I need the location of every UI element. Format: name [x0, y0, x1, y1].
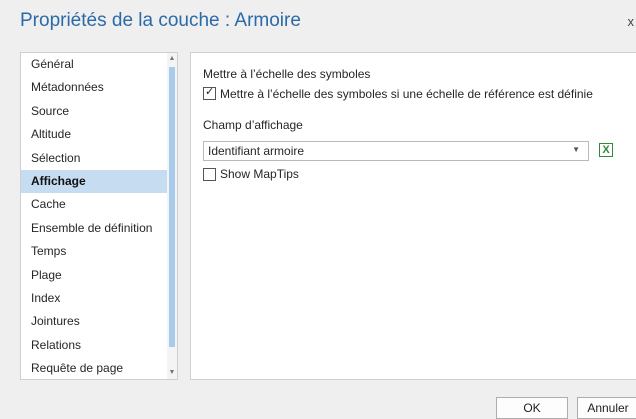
sidebar-item-definition-query[interactable]: Ensemble de définition — [21, 217, 169, 240]
display-field-label: Champ d’affichage — [203, 118, 303, 132]
scale-symbols-section-label: Mettre à l’échelle des symboles — [203, 67, 371, 81]
sidebar-scrollbar[interactable]: ▲ ▼ — [167, 53, 177, 379]
cancel-button[interactable]: Annuler — [577, 397, 636, 419]
sidebar: Général Métadonnées Source Altitude Séle… — [20, 52, 178, 380]
scroll-up-arrow-icon[interactable]: ▲ — [167, 53, 177, 65]
sidebar-item-source[interactable]: Source — [21, 100, 169, 123]
expression-builder-icon[interactable]: X — [599, 143, 613, 157]
chevron-down-icon: ▼ — [572, 145, 580, 154]
sidebar-item-cache[interactable]: Cache — [21, 193, 169, 216]
sidebar-item-time[interactable]: Temps — [21, 240, 169, 263]
sidebar-item-elevation[interactable]: Altitude — [21, 123, 169, 146]
sidebar-item-joins[interactable]: Jointures — [21, 310, 169, 333]
dialog-title: Propriétés de la couche : Armoire — [20, 10, 301, 31]
sidebar-item-index[interactable]: Index — [21, 287, 169, 310]
sidebar-item-display[interactable]: Affichage — [21, 169, 169, 194]
display-settings-panel: Mettre à l’échelle des symboles ✓ Mettre… — [190, 52, 636, 380]
show-maptips-checkbox[interactable] — [203, 168, 216, 181]
ok-button[interactable]: OK — [496, 397, 568, 419]
scroll-down-arrow-icon[interactable]: ▼ — [167, 367, 177, 379]
sidebar-item-general[interactable]: Général — [21, 53, 169, 76]
sidebar-nav-list: Général Métadonnées Source Altitude Séle… — [21, 53, 169, 379]
sidebar-item-selection[interactable]: Sélection — [21, 147, 169, 170]
sidebar-item-range[interactable]: Plage — [21, 264, 169, 287]
scale-symbols-checkbox-label[interactable]: Mettre à l’échelle des symboles si une é… — [220, 87, 593, 101]
sidebar-item-page-query[interactable]: Requête de page — [21, 357, 169, 379]
display-field-select[interactable]: Identifiant armoire ▼ — [203, 141, 589, 161]
sidebar-item-relates[interactable]: Relations — [21, 334, 169, 357]
close-icon[interactable]: x — [628, 14, 635, 29]
scrollbar-thumb[interactable] — [169, 67, 175, 347]
sidebar-item-metadata[interactable]: Métadonnées — [21, 76, 169, 99]
scale-symbols-checkbox[interactable]: ✓ — [203, 86, 216, 100]
checkmark-icon: ✓ — [205, 86, 215, 98]
show-maptips-label[interactable]: Show MapTips — [220, 167, 299, 181]
display-field-value: Identifiant armoire — [208, 144, 305, 158]
